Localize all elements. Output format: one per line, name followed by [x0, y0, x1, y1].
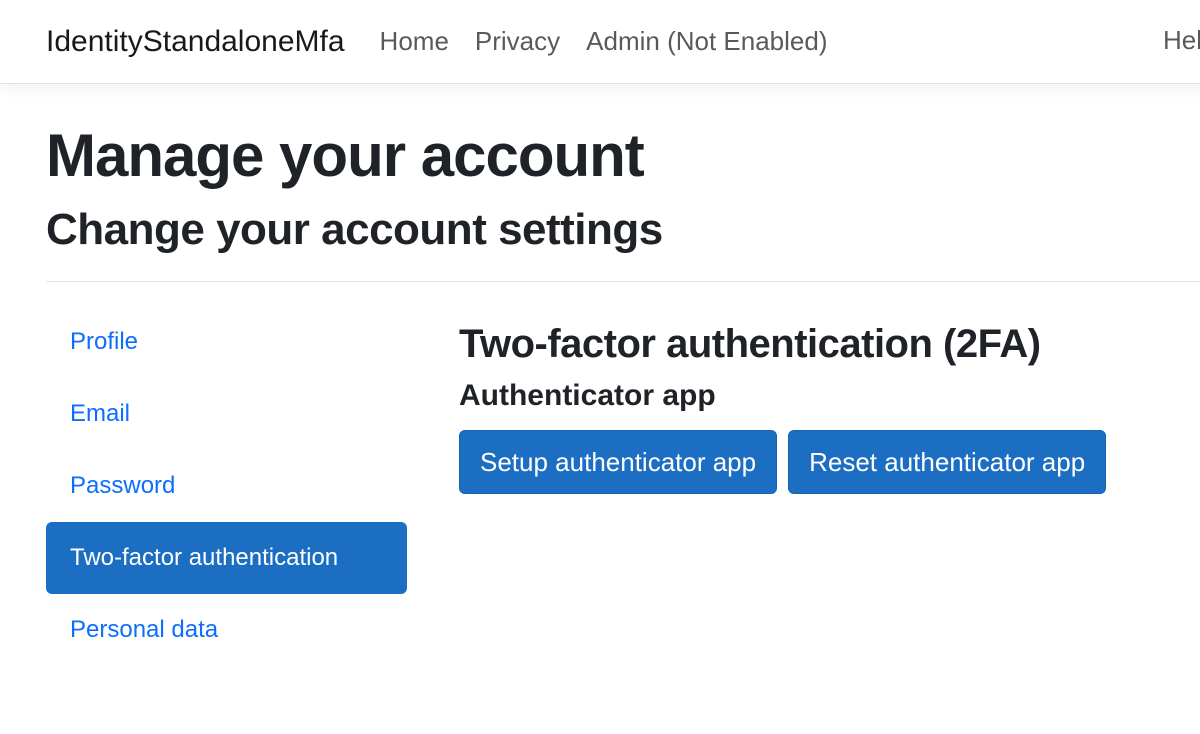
reset-authenticator-button[interactable]: Reset authenticator app	[788, 430, 1106, 494]
page-subtitle: Change your account settings	[46, 204, 1200, 257]
two-factor-content: Two-factor authentication (2FA) Authenti…	[459, 306, 1200, 494]
sidebar-item-personal-data[interactable]: Personal data	[46, 594, 407, 666]
setup-authenticator-button[interactable]: Setup authenticator app	[459, 430, 777, 494]
manage-layout: Profile Email Password Two-factor authen…	[46, 306, 1200, 666]
navbar-brand[interactable]: IdentityStandaloneMfa	[46, 25, 345, 59]
nav-link-privacy[interactable]: Privacy	[462, 18, 573, 64]
top-navbar: IdentityStandaloneMfa Home Privacy Admin…	[0, 0, 1200, 84]
sidebar-item-profile[interactable]: Profile	[46, 306, 407, 378]
sidebar-item-email[interactable]: Email	[46, 378, 407, 450]
authenticator-app-subheading: Authenticator app	[459, 378, 1200, 414]
sidebar-item-two-factor-authentication[interactable]: Two-factor authentication	[46, 522, 407, 594]
authenticator-actions: Setup authenticator app Reset authentica…	[459, 430, 1200, 494]
nav-link-admin[interactable]: Admin (Not Enabled)	[573, 18, 840, 64]
two-factor-heading: Two-factor authentication (2FA)	[459, 320, 1200, 368]
page-title: Manage your account	[46, 120, 1200, 192]
nav-link-home[interactable]: Home	[367, 18, 462, 64]
account-greeting-link[interactable]: Hello	[1163, 25, 1200, 56]
navbar-nav: Home Privacy Admin (Not Enabled)	[367, 26, 841, 57]
manage-sidebar: Profile Email Password Two-factor authen…	[46, 306, 407, 666]
sidebar-item-password[interactable]: Password	[46, 450, 407, 522]
divider	[46, 281, 1200, 282]
page-container: Manage your account Change your account …	[0, 84, 1200, 666]
